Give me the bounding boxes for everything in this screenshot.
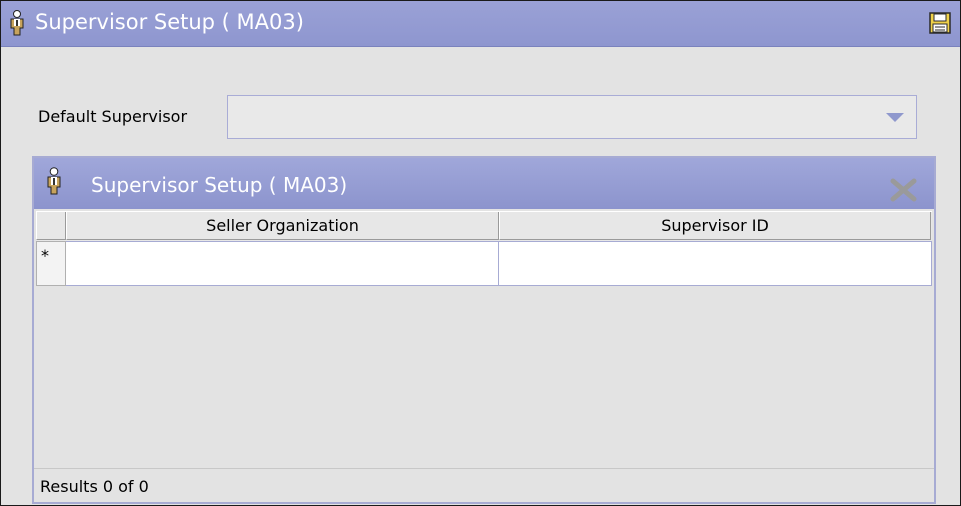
results-status-bar: Results 0 of 0 bbox=[34, 468, 934, 503]
seller-organization-cell[interactable] bbox=[66, 241, 499, 286]
column-header-seller-organization[interactable]: Seller Organization bbox=[66, 212, 499, 240]
results-count: Results 0 of 0 bbox=[40, 477, 149, 496]
new-row-marker: * bbox=[36, 241, 66, 286]
window-title: Supervisor Setup ( MA03) bbox=[35, 10, 304, 34]
row-header-corner bbox=[36, 212, 66, 240]
supervisor-setup-panel: Supervisor Setup ( MA03) Seller Organiza… bbox=[32, 156, 936, 504]
delete-x-icon[interactable] bbox=[890, 178, 917, 202]
window-title-bar: Supervisor Setup ( MA03) bbox=[1, 1, 960, 47]
default-supervisor-dropdown[interactable] bbox=[227, 95, 917, 139]
column-header-supervisor-id[interactable]: Supervisor ID bbox=[499, 212, 931, 240]
person-icon bbox=[10, 10, 24, 36]
table-header-row: Seller Organization Supervisor ID bbox=[36, 211, 932, 242]
supervisor-id-cell[interactable] bbox=[499, 241, 932, 286]
supervisor-table: Seller Organization Supervisor ID * bbox=[36, 211, 932, 287]
panel-header: Supervisor Setup ( MA03) bbox=[34, 158, 934, 209]
panel-title: Supervisor Setup ( MA03) bbox=[91, 173, 348, 197]
floppy-disk-icon[interactable] bbox=[929, 12, 951, 34]
default-supervisor-label: Default Supervisor bbox=[38, 107, 188, 126]
supervisor-setup-window: Supervisor Setup ( MA03) Default Supervi… bbox=[0, 0, 961, 506]
chevron-down-icon[interactable] bbox=[886, 113, 904, 122]
person-icon bbox=[47, 167, 61, 195]
